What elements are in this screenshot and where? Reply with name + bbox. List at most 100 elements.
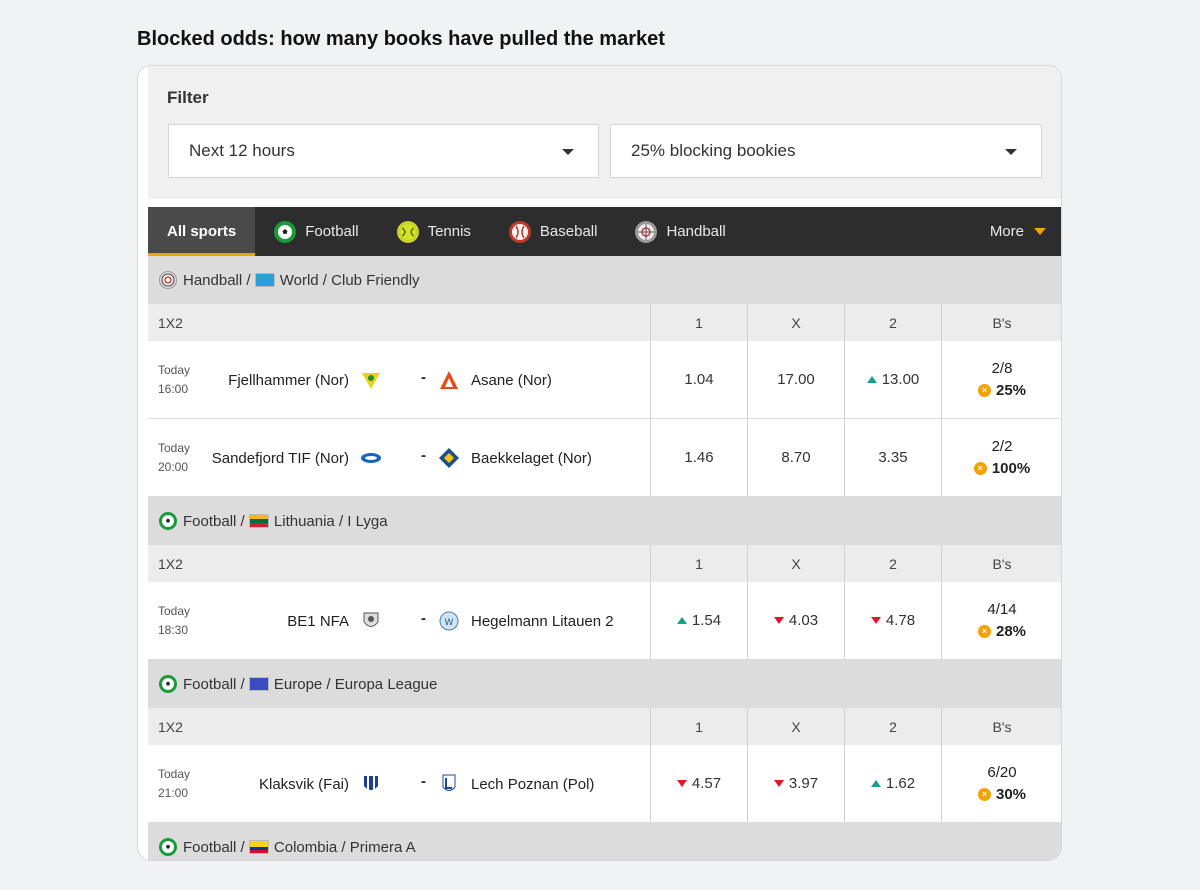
col-2-header: 2 <box>844 708 941 745</box>
odds-draw[interactable]: 17.00 <box>747 341 844 418</box>
blocked-count: 2/2 <box>991 437 1013 455</box>
odds-home[interactable]: 1.46 <box>650 419 747 496</box>
matches-list: Handball / World / Club Friendly 1X2 1 X… <box>148 256 1061 860</box>
tab-tennis[interactable]: Tennis <box>378 207 490 256</box>
league-region: World <box>279 271 319 289</box>
tab-label: All sports <box>167 223 237 240</box>
tab-handball[interactable]: Handball <box>616 207 744 256</box>
versus-separator: - <box>421 773 426 790</box>
market-header: 1X2 1 X 2 B's <box>148 708 1061 745</box>
league-header[interactable]: Handball / World / Club Friendly <box>148 256 1061 304</box>
home-team[interactable]: Sandefjord TIF (Nor) <box>212 419 382 497</box>
team-logo-icon <box>360 369 382 391</box>
more-sports-button[interactable]: More <box>971 207 1061 256</box>
league-header[interactable]: Football / Lithuania / I Lyga <box>148 497 1061 545</box>
match-day: Today <box>158 767 191 781</box>
odds-away[interactable]: 3.35 <box>844 419 941 496</box>
odds-value: 1.62 <box>885 775 916 792</box>
blocked-count: 2/8 <box>991 359 1013 377</box>
odds-value: 13.00 <box>881 371 920 388</box>
blocked-bookies: 2/2 × 100% <box>941 419 1061 496</box>
tab-label: Handball <box>666 223 726 240</box>
blocking-threshold-select[interactable]: 25% blocking bookies <box>610 124 1042 178</box>
time-range-select[interactable]: Next 12 hours <box>168 124 599 178</box>
league-header[interactable]: Football / Europe / Europa League <box>148 660 1061 708</box>
blocked-count: 6/20 <box>987 763 1017 781</box>
away-team-name: Asane (Nor) <box>471 371 552 389</box>
versus-separator: - <box>421 610 426 627</box>
odds-draw[interactable]: 3.97 <box>747 745 844 822</box>
market-header: 1X2 1 X 2 B's <box>148 545 1061 582</box>
tab-football[interactable]: Football <box>255 207 377 256</box>
home-team-name: Sandefjord TIF (Nor) <box>211 449 349 467</box>
tennis-icon <box>396 220 419 243</box>
tab-baseball[interactable]: Baseball <box>490 207 617 256</box>
blocked-icon: × <box>977 625 991 638</box>
match-row[interactable]: Today 20:00 Sandefjord TIF (Nor) - Baekk… <box>148 419 1061 497</box>
odds-away[interactable]: 4.78 <box>844 582 941 659</box>
away-team[interactable]: Asane (Nor) <box>438 341 552 419</box>
away-team[interactable]: Baekkelaget (Nor) <box>438 419 592 497</box>
team-logo-icon: W <box>438 610 460 632</box>
home-team[interactable]: Klaksvik (Fai) <box>259 745 382 823</box>
away-team[interactable]: W Hegelmann Litauen 2 <box>438 582 614 660</box>
blocked-odds-card: Filter Next 12 hours 25% blocking bookie… <box>137 65 1062 861</box>
football-icon <box>159 838 177 856</box>
odds-home[interactable]: 4.57 <box>650 745 747 822</box>
tab-label: Football <box>305 223 359 240</box>
odds-value: 1.54 <box>691 612 722 629</box>
page-title: Blocked odds: how many books have pulled… <box>137 28 665 50</box>
odds-draw[interactable]: 8.70 <box>747 419 844 496</box>
league-region: Colombia <box>273 838 338 856</box>
more-label: More <box>989 223 1024 240</box>
odds-away[interactable]: 1.62 <box>844 745 941 822</box>
odds-value: 1.04 <box>684 371 714 388</box>
blocked-bookies: 2/8 × 25% <box>941 341 1061 418</box>
market-label: 1X2 <box>158 314 183 331</box>
odds-value: 8.70 <box>781 449 811 466</box>
team-logo-icon <box>360 610 382 632</box>
league-header[interactable]: Football / Colombia / Primera A <box>148 823 1061 860</box>
odds-value: 3.35 <box>878 449 908 466</box>
blocked-bookies: 4/14 × 28% <box>941 582 1061 659</box>
match-day: Today <box>158 441 191 455</box>
col-x-header: X <box>747 545 844 582</box>
team-logo-icon <box>360 773 382 795</box>
football-icon <box>159 675 177 693</box>
team-logo-icon <box>360 447 382 469</box>
svg-text:W: W <box>445 618 454 628</box>
odds-value: 3.97 <box>788 775 819 792</box>
market-header: 1X2 1 X 2 B's <box>148 304 1061 341</box>
chevron-down-icon <box>1005 149 1017 155</box>
odds-up-icon <box>866 376 877 383</box>
home-team[interactable]: BE1 NFA <box>287 582 382 660</box>
team-logo-icon <box>438 773 460 795</box>
league-sport: Handball <box>183 271 243 289</box>
caret-down-icon <box>1034 228 1046 235</box>
away-team[interactable]: Lech Poznan (Pol) <box>438 745 594 823</box>
tab-all-sports[interactable]: All sports <box>148 207 256 256</box>
match-row[interactable]: Today 16:00 Fjellhammer (Nor) - Asane (N… <box>148 341 1061 419</box>
blocked-icon: × <box>977 384 991 397</box>
col-1-header: 1 <box>650 708 747 745</box>
odds-home[interactable]: 1.04 <box>650 341 747 418</box>
blocked-percent: 25% <box>995 381 1027 399</box>
versus-separator: - <box>421 447 426 464</box>
league-sport: Football <box>183 675 237 693</box>
odds-home[interactable]: 1.54 <box>650 582 747 659</box>
time-range-value: Next 12 hours <box>189 141 295 160</box>
match-row[interactable]: Today 18:30 BE1 NFA - W Hegelmann Litaue… <box>148 582 1061 660</box>
home-team[interactable]: Fjellhammer (Nor) <box>228 341 382 419</box>
match-time: Today 16:00 <box>158 361 190 399</box>
market-label: 1X2 <box>158 718 183 735</box>
odds-value: 1.46 <box>684 449 714 466</box>
odds-draw[interactable]: 4.03 <box>747 582 844 659</box>
odds-up-icon <box>870 780 881 787</box>
odds-away[interactable]: 13.00 <box>844 341 941 418</box>
tab-label: Baseball <box>539 223 598 240</box>
league-sport: Football <box>183 838 237 856</box>
home-team-name: Fjellhammer (Nor) <box>228 371 349 389</box>
match-row[interactable]: Today 21:00 Klaksvik (Fai) - Lech Poznan… <box>148 745 1061 823</box>
away-team-name: Lech Poznan (Pol) <box>471 775 595 793</box>
odds-value: 4.78 <box>885 612 916 629</box>
